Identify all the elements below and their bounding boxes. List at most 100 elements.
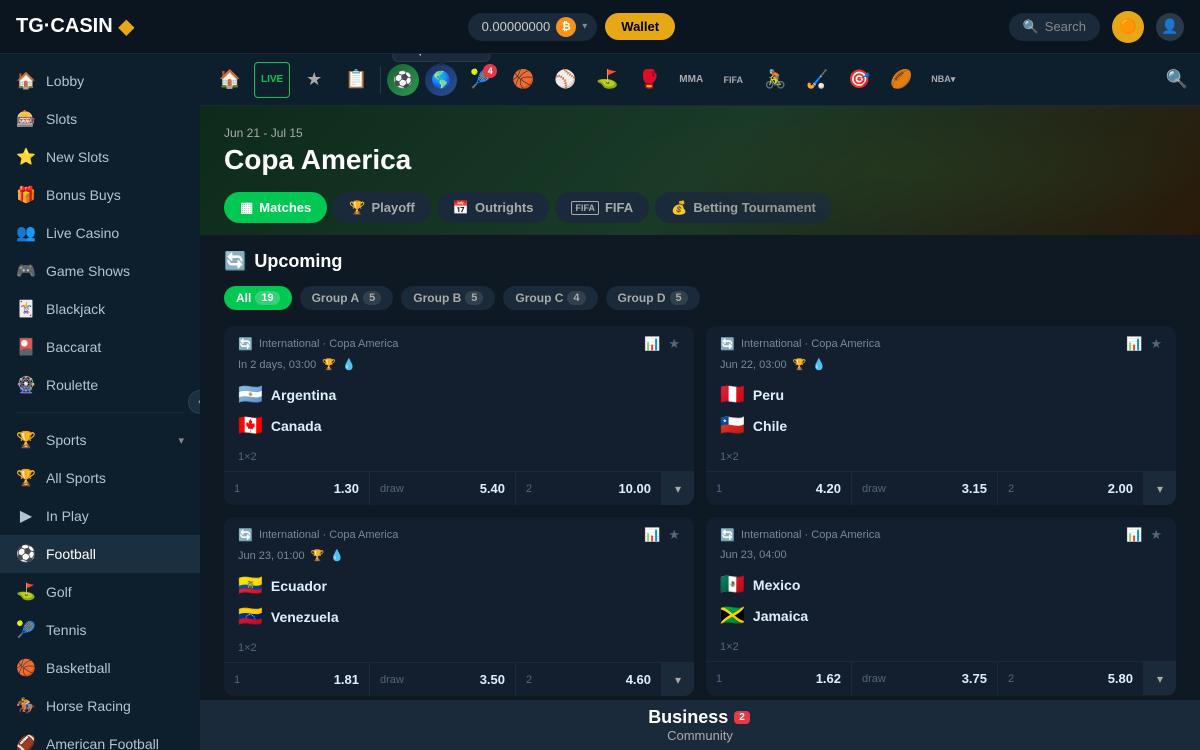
match-1-odds-more[interactable]: ▾ [662,472,694,505]
sport-betslip-btn[interactable]: 📋 [338,62,374,98]
sidebar-item-slots[interactable]: 🎰 Slots [0,100,200,138]
match-2-odds-draw[interactable]: draw 3.15 [852,472,998,505]
copa-america-wrapper: 🌎 Copa America [425,64,457,96]
group-c-chip[interactable]: Group C 4 [503,286,597,310]
match-1-odds: 1 1.30 draw 5.40 2 10.00 ▾ [224,471,694,505]
sidebar-item-live-casino[interactable]: 👥 Live Casino [0,214,200,252]
tab-matches[interactable]: ▦ Matches [224,192,327,223]
match-3-fav-btn[interactable]: ★ [668,527,680,543]
match-4-actions: 📊 ★ [1126,527,1162,543]
sidebar-item-blackjack[interactable]: 🃏 Blackjack [0,290,200,328]
top-nav: TG·CASIN◆ 0.00000000 ₿ ▾ Wallet 🔍 Search… [0,0,1200,54]
group-c-count: 4 [567,291,585,305]
tab-fifa[interactable]: FIFA FIFA [555,192,649,223]
sport-boxing-nav-btn[interactable]: 🥊 [631,62,667,98]
sport-home-btn[interactable]: 🏠 [212,62,248,98]
sidebar-item-in-play[interactable]: ▶ In Play [0,497,200,535]
tab-playoff-icon: 🏆 [349,200,365,216]
match-4-odds-2[interactable]: 2 5.80 [998,662,1144,695]
avatar[interactable]: 🟠 [1112,11,1144,43]
match-2-odds-more[interactable]: ▾ [1144,472,1176,505]
sidebar-section-sports[interactable]: 🏆 Sports ▾ [0,421,200,459]
sport-nba-nav-btn[interactable]: NBA▾ [925,62,961,98]
match-3-odds-draw[interactable]: draw 3.50 [370,663,516,696]
tab-playoff[interactable]: 🏆 Playoff [333,192,431,223]
sport-basketball-nav-btn[interactable]: 🏀 [505,62,541,98]
match-1-team2-flag: 🇨🇦 [238,413,263,438]
sport-live-btn[interactable]: LIVE [254,62,290,98]
hero-banner: Jun 21 - Jul 15 Copa America ▦ Matches 🏆… [200,106,1200,235]
match-3-odds-1[interactable]: 1 1.81 [224,663,370,696]
match-3-odds-2[interactable]: 2 4.60 [516,663,662,696]
sport-cycling-nav-btn[interactable]: 🚴 [757,62,793,98]
scroll-area[interactable]: 🔄 Upcoming All 19 Group A 5 Group B 5 [200,235,1200,700]
sidebar-item-horse-racing[interactable]: 🏇 Horse Racing [0,687,200,725]
sidebar-item-baccarat[interactable]: 🎴 Baccarat [0,328,200,366]
match-1-actions: 📊 ★ [644,336,680,352]
match-1-odds-1[interactable]: 1 1.30 [224,472,370,505]
match-2-stats-btn[interactable]: 📊 [1126,336,1142,352]
content-area: 🏠 LIVE ★ 📋 ⚽ 🌎 Copa America 🎾 4 🏀 ⚾ ⛳ 🥊 … [200,54,1200,750]
match-4-header: 🔄 International · Copa America 📊 ★ [706,517,1176,549]
sidebar-item-bonus-buys[interactable]: 🎁 Bonus Buys [0,176,200,214]
sidebar-item-game-shows[interactable]: 🎮 Game Shows [0,252,200,290]
sport-baseball-nav-btn[interactable]: ⚾ [547,62,583,98]
match-1-team2-name: Canada [271,418,322,434]
sidebar-item-basketball[interactable]: 🏀 Basketball [0,649,200,687]
sidebar-item-all-sports[interactable]: 🏆 All Sports [0,459,200,497]
match-4-odds-1[interactable]: 1 1.62 [706,662,852,695]
sidebar-item-roulette[interactable]: 🎡 Roulette [0,366,200,404]
sports-section-left: 🏆 Sports [16,430,86,450]
match-3-time-icon-1: 🏆 [311,549,325,562]
group-all-label: All [236,291,251,305]
tab-betting-icon: 💰 [671,200,687,216]
group-all-chip[interactable]: All 19 [224,286,292,310]
match-3-actions: 📊 ★ [644,527,680,543]
sport-soccer-btn[interactable]: ⚽ [387,64,419,96]
sport-darts-nav-btn[interactable]: 🎯 [841,62,877,98]
sidebar-item-lobby[interactable]: 🏠 Lobby [0,62,200,100]
user-icon[interactable]: 👤 [1156,13,1184,41]
sport-tennis-nav-btn[interactable]: 🎾 4 [463,62,499,98]
tab-outrights[interactable]: 📅 Outrights [437,192,550,223]
match-3-odds-more[interactable]: ▾ [662,663,694,696]
match-2-odds-1-value: 4.20 [816,481,841,496]
match-1-odds-draw[interactable]: draw 5.40 [370,472,516,505]
sidebar-toggle[interactable]: ‹ [188,390,200,414]
currency-chevron[interactable]: ▾ [582,21,587,32]
search-box[interactable]: 🔍 Search [1009,13,1100,41]
search-sport-btn[interactable]: 🔍 [1166,69,1188,90]
sidebar-item-tennis[interactable]: 🎾 Tennis [0,611,200,649]
sport-hockey-nav-btn[interactable]: 🏑 [799,62,835,98]
sport-fifa-nav-btn[interactable]: FIFA [715,62,751,98]
sport-golf-nav-btn[interactable]: ⛳ [589,62,625,98]
match-3-stats-btn[interactable]: 📊 [644,527,660,543]
match-2-team1-name: Peru [753,387,784,403]
sport-rugby-nav-btn[interactable]: 🏉 [883,62,919,98]
match-2-fav-btn[interactable]: ★ [1150,336,1162,352]
sport-mma-nav-btn[interactable]: MMA [673,62,709,98]
match-1-stats-btn[interactable]: 📊 [644,336,660,352]
match-4-fav-btn[interactable]: ★ [1150,527,1162,543]
match-4-odds-draw[interactable]: draw 3.75 [852,662,998,695]
wallet-button[interactable]: Wallet [605,13,675,40]
match-4-odds-more[interactable]: ▾ [1144,662,1176,695]
sidebar-item-football[interactable]: ⚽ Football [0,535,200,573]
group-a-chip[interactable]: Group A 5 [300,286,394,310]
match-2-odds-2[interactable]: 2 2.00 [998,472,1144,505]
group-b-count: 5 [465,291,483,305]
sidebar-item-new-slots[interactable]: ⭐ New Slots [0,138,200,176]
tab-betting-tournament[interactable]: 💰 Betting Tournament [655,192,832,223]
sidebar-item-american-football[interactable]: 🏈 American Football [0,725,200,750]
match-3-team2: 🇻🇪 Venezuela [238,601,680,632]
sport-favorites-btn[interactable]: ★ [296,62,332,98]
match-1-fav-btn[interactable]: ★ [668,336,680,352]
sidebar-item-golf[interactable]: ⛳ Golf [0,573,200,611]
group-b-chip[interactable]: Group B 5 [401,286,495,310]
match-1-odds-2[interactable]: 2 10.00 [516,472,662,505]
group-d-chip[interactable]: Group D 5 [606,286,700,310]
sport-copa-btn[interactable]: 🌎 [425,64,457,96]
match-1-odds-2-label: 2 [526,483,532,495]
match-2-odds-1[interactable]: 1 4.20 [706,472,852,505]
match-4-stats-btn[interactable]: 📊 [1126,527,1142,543]
